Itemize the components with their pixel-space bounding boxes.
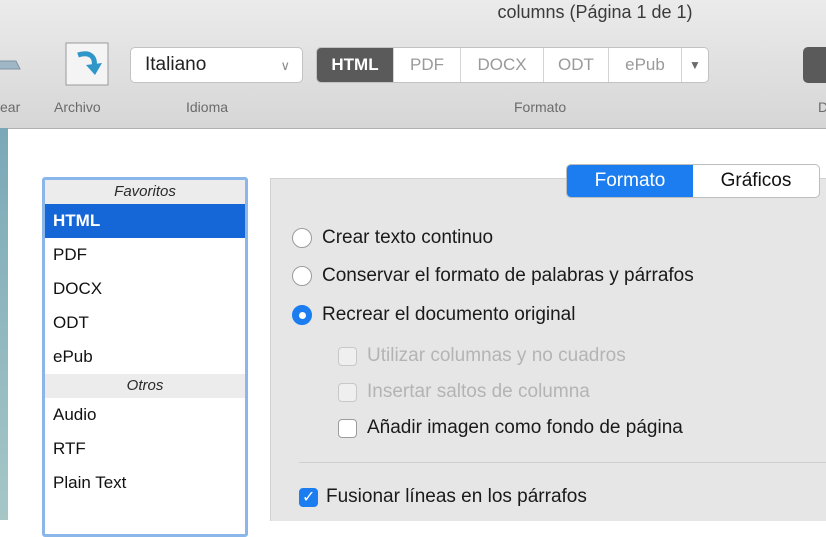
format-label: Formato xyxy=(514,99,567,115)
list-item-epub[interactable]: ePub xyxy=(45,340,245,374)
radio-keep-format-label: Conservar el formato de palabras y párra… xyxy=(322,265,694,286)
format-segmented-control: HTML PDF DOCX ODT ePub ▼ xyxy=(316,47,709,83)
checkbox-page-background[interactable] xyxy=(338,419,357,438)
language-label: Idioma xyxy=(186,99,229,115)
format-more-dropdown[interactable]: ▼ xyxy=(682,48,708,82)
list-item-rtf[interactable]: RTF xyxy=(45,432,245,466)
options-divider xyxy=(299,462,826,463)
format-odt-button[interactable]: ODT xyxy=(544,48,609,82)
checkbox-column-breaks-label: Insertar saltos de columna xyxy=(367,381,590,402)
checkbox-merge-lines-label: Fusionar líneas en los párrafos xyxy=(326,486,587,507)
window-toolbar: columns (Página 1 de 1) ear Archivo Ital… xyxy=(0,0,826,129)
list-item-html[interactable]: HTML xyxy=(45,204,245,238)
list-item-audio[interactable]: Audio xyxy=(45,398,245,432)
right-label: D xyxy=(818,99,826,115)
format-docx-button[interactable]: DOCX xyxy=(461,48,544,82)
checkbox-use-columns-label: Utilizar columnas y no cuadros xyxy=(367,345,626,366)
list-item-pdf[interactable]: PDF xyxy=(45,238,245,272)
window-background-strip xyxy=(0,128,8,520)
chevron-down-icon: ∨ xyxy=(280,58,290,73)
list-item-docx[interactable]: DOCX xyxy=(45,272,245,306)
checkbox-column-breaks[interactable] xyxy=(338,383,357,402)
radio-continuous-text[interactable] xyxy=(292,228,312,248)
file-icon[interactable] xyxy=(62,39,112,89)
tab-graficos[interactable]: Gráficos xyxy=(693,165,819,197)
radio-keep-format[interactable] xyxy=(292,266,312,286)
radio-recreate-original-label: Recrear el documento original xyxy=(322,304,576,325)
format-epub-button[interactable]: ePub xyxy=(609,48,682,82)
tab-formato[interactable]: Formato xyxy=(567,165,693,197)
checkbox-page-background-label: Añadir imagen como fondo de página xyxy=(367,417,683,438)
file-label: Archivo xyxy=(54,99,101,115)
window-title: columns (Página 1 de 1) xyxy=(497,2,693,22)
format-list: Favoritos HTML PDF DOCX ODT ePub Otros A… xyxy=(42,177,248,537)
others-header: Otros xyxy=(45,374,245,398)
favorites-header: Favoritos xyxy=(45,180,245,204)
options-tabs: Formato Gráficos xyxy=(566,164,820,198)
checkbox-merge-lines[interactable] xyxy=(299,487,318,507)
output-button[interactable] xyxy=(803,47,826,83)
language-select[interactable]: Italiano ∨ xyxy=(130,47,303,83)
format-html-button[interactable]: HTML xyxy=(317,48,394,82)
create-icon[interactable] xyxy=(0,39,26,89)
format-pdf-button[interactable]: PDF xyxy=(394,48,461,82)
checkbox-use-columns[interactable] xyxy=(338,347,357,366)
radio-continuous-text-label: Crear texto continuo xyxy=(322,227,494,248)
list-item-odt[interactable]: ODT xyxy=(45,306,245,340)
create-label: ear xyxy=(0,99,21,115)
language-value: Italiano xyxy=(145,54,207,75)
list-item-plain-text[interactable]: Plain Text xyxy=(45,466,245,500)
radio-recreate-original[interactable] xyxy=(292,305,312,325)
